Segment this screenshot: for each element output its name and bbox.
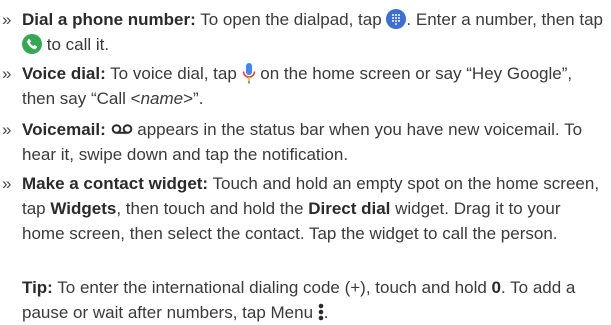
bullet-marker: » (2, 120, 12, 139)
item-body: >”. (183, 89, 204, 108)
item-title: Voicemail: (22, 120, 106, 139)
dialpad-icon (386, 9, 407, 29)
phone-call-icon (22, 34, 42, 54)
microphone-icon (242, 62, 256, 84)
menu-more-icon (318, 303, 324, 321)
tip-body: To enter the international dialing code … (52, 278, 492, 297)
item-body: . Enter a number, then tap (406, 10, 603, 29)
bullet-marker: » (2, 174, 12, 193)
bullet-marker: » (2, 64, 12, 83)
item-emphasis: Direct dial (308, 199, 391, 218)
item-emphasis: Widgets (50, 199, 117, 218)
item-body: to call it. (42, 35, 110, 54)
item-body: To voice dial, tap (105, 64, 242, 83)
tip-label: Tip: (22, 278, 53, 297)
item-title: Dial a phone number: (22, 10, 196, 29)
item-body: , then touch and hold the (116, 199, 309, 218)
tip-emphasis: 0 (491, 278, 502, 297)
item-text: Voice dial: To voice dial, tap on the ho… (22, 61, 605, 111)
tip-paragraph: Tip: To enter the international dialing … (22, 275, 605, 325)
item-title: Voice dial: (22, 64, 106, 83)
item-body: To open the dialpad, tap (195, 10, 387, 29)
item-text: Voicemail: appears in the status bar whe… (22, 117, 605, 167)
item-text: Make a contact widget: Touch and hold an… (22, 171, 605, 246)
item-title: Make a contact widget: (22, 174, 209, 193)
voicemail-icon (111, 123, 133, 135)
item-placeholder: name (140, 89, 184, 108)
bullet-marker: » (2, 10, 12, 29)
tip-body: . (323, 303, 329, 322)
item-text: Dial a phone number: To open the dialpad… (22, 7, 605, 57)
help-page: » Dial a phone number: To open the dialp… (0, 0, 611, 322)
